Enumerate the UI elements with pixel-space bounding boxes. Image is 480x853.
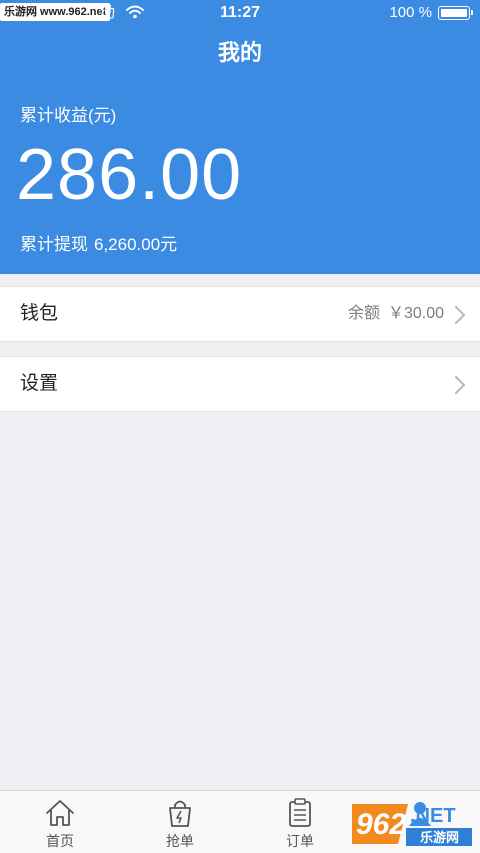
tab-orders-label: 订单 — [286, 833, 314, 849]
balance-label: 余额 — [347, 305, 380, 322]
chevron-right-icon — [455, 306, 465, 324]
battery-percent: 100 % — [389, 4, 432, 21]
balance-value: ￥30.00 — [387, 305, 444, 322]
svg-text:.NET: .NET — [410, 805, 456, 827]
battery-icon — [438, 6, 473, 20]
tab-home-label: 首页 — [46, 833, 74, 849]
wallet-label: 钱包 — [20, 303, 59, 324]
svg-text:962: 962 — [356, 808, 406, 841]
settings-label: 设置 — [20, 373, 59, 394]
tab-grab-label: 抢单 — [166, 833, 194, 849]
total-earnings-value: 286.00 — [16, 135, 243, 215]
wallet-row[interactable]: 钱包 余额 ￥30.00 — [0, 286, 480, 342]
tab-home[interactable]: 首页 — [0, 791, 120, 853]
tab-grab-order[interactable]: 抢单 — [120, 791, 240, 853]
962-watermark-logo: 962 .NET 乐游网 — [352, 804, 472, 846]
total-withdraw-label: 累计提现 — [20, 235, 88, 254]
settings-row[interactable]: 设置 — [0, 356, 480, 412]
total-withdraw-value: 6,260.00元 — [94, 235, 178, 254]
profile-header: 乐游网 www.962.net 动 11:27 100 % 我的 累计收益(元)… — [0, 0, 480, 274]
tab-orders[interactable]: 订单 — [240, 791, 360, 853]
status-bar: 乐游网 www.962.net 动 11:27 100 % — [0, 0, 480, 26]
svg-text:乐游网: 乐游网 — [420, 830, 459, 846]
page-title: 我的 — [217, 40, 262, 65]
home-icon — [46, 800, 74, 826]
total-earnings-label: 累计收益(元) — [20, 106, 117, 125]
shopping-bag-icon — [169, 800, 191, 827]
wallet-balance: 余额 ￥30.00 — [348, 303, 444, 325]
clipboard-icon — [289, 798, 311, 827]
total-withdraw: 累计提现 6,260.00元 — [20, 233, 183, 257]
chevron-right-icon — [455, 376, 465, 394]
